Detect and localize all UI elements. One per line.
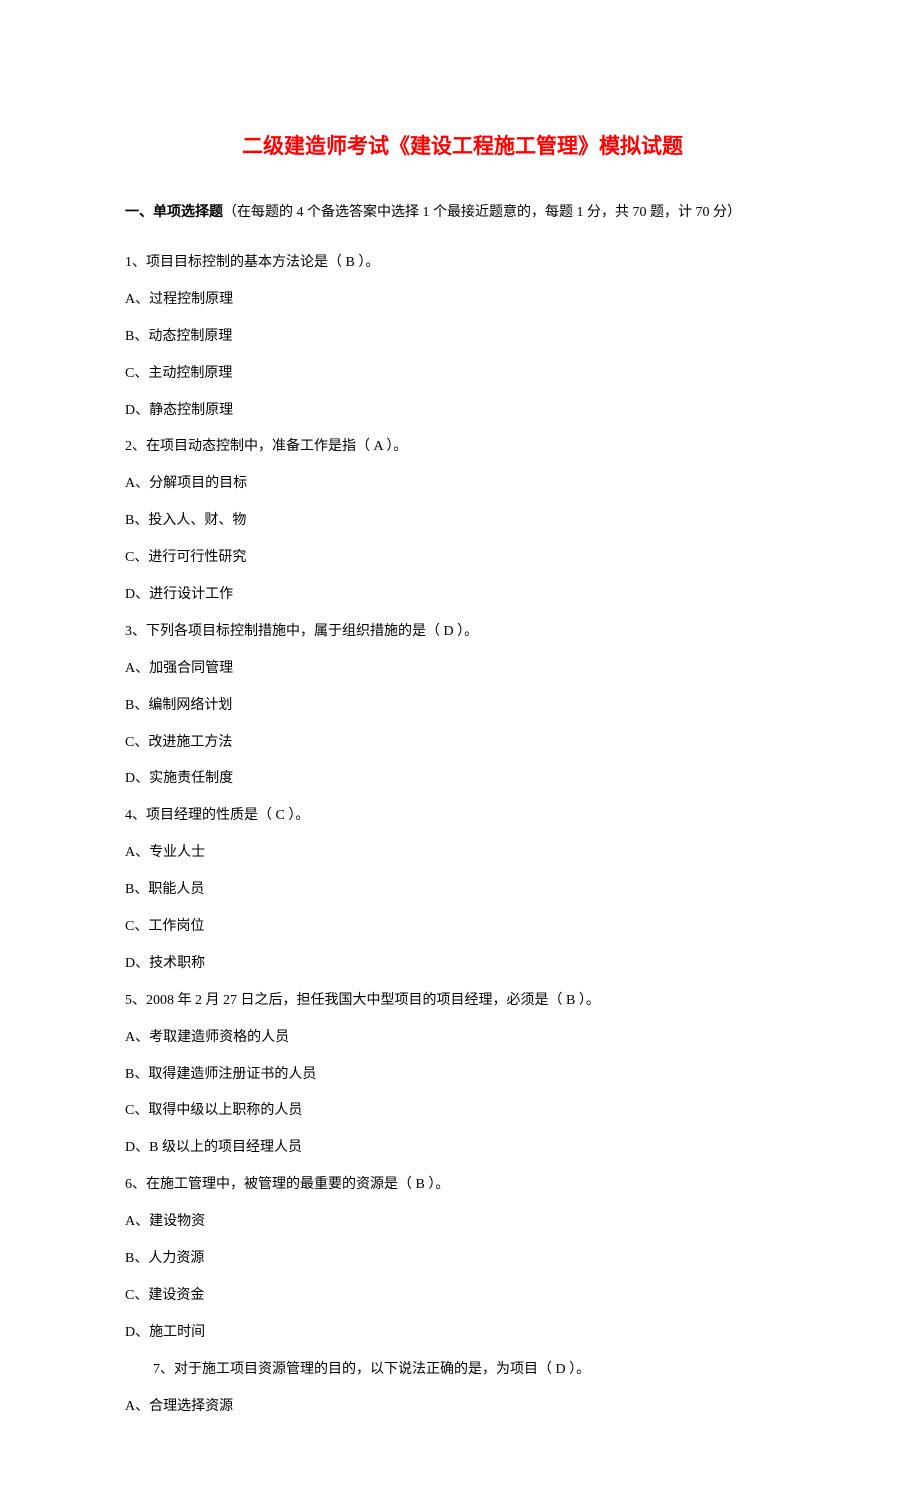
q2-option-d: D、进行设计工作 — [125, 584, 800, 606]
q4-option-b: B、职能人员 — [125, 879, 800, 901]
q2-option-b: B、投入人、财、物 — [125, 510, 800, 532]
q6-option-a: A、建设物资 — [125, 1211, 800, 1233]
q7-option-a: A、合理选择资源 — [125, 1396, 800, 1418]
q1-option-a: A、过程控制原理 — [125, 289, 800, 311]
q7-stem: 7、对于施工项目资源管理的目的，以下说法正确的是，为项目（ D ）。 — [125, 1359, 800, 1381]
q4-option-c: C、工作岗位 — [125, 916, 800, 938]
q1-option-d: D、静态控制原理 — [125, 400, 800, 422]
q4-option-a: A、专业人士 — [125, 842, 800, 864]
document-title: 二级建造师考试《建设工程施工管理》模拟试题 — [125, 130, 800, 164]
q6-option-d: D、施工时间 — [125, 1322, 800, 1344]
q6-option-b: B、人力资源 — [125, 1248, 800, 1270]
q2-stem: 2、在项目动态控制中，准备工作是指（ A ）。 — [125, 436, 800, 458]
q5-stem: 5、2008 年 2 月 27 日之后，担任我国大中型项目的项目经理，必须是（ … — [125, 990, 800, 1012]
section-1-desc: （在每题的 4 个备选答案中选择 1 个最接近题意的，每题 1 分，共 70 题… — [223, 205, 741, 220]
q3-option-d: D、实施责任制度 — [125, 768, 800, 790]
q3-option-c: C、改进施工方法 — [125, 732, 800, 754]
q5-option-a: A、考取建造师资格的人员 — [125, 1027, 800, 1049]
q5-option-c: C、取得中级以上职称的人员 — [125, 1100, 800, 1122]
q4-option-d: D、技术职称 — [125, 953, 800, 975]
q3-option-b: B、编制网络计划 — [125, 695, 800, 717]
q1-option-b: B、动态控制原理 — [125, 326, 800, 348]
q5-option-d: D、B 级以上的项目经理人员 — [125, 1137, 800, 1159]
q5-option-b: B、取得建造师注册证书的人员 — [125, 1064, 800, 1086]
section-1-label: 一、单项选择题 — [125, 205, 223, 220]
q6-option-c: C、建设资金 — [125, 1285, 800, 1307]
q6-stem: 6、在施工管理中，被管理的最重要的资源是（ B ）。 — [125, 1174, 800, 1196]
q1-option-c: C、主动控制原理 — [125, 363, 800, 385]
q1-stem: 1、项目目标控制的基本方法论是（ B ）。 — [125, 252, 800, 274]
exam-document: 二级建造师考试《建设工程施工管理》模拟试题 一、单项选择题（在每题的 4 个备选… — [0, 0, 920, 1492]
q2-option-a: A、分解项目的目标 — [125, 473, 800, 495]
q4-stem: 4、项目经理的性质是（ C ）。 — [125, 805, 800, 827]
q3-option-a: A、加强合同管理 — [125, 658, 800, 680]
q3-stem: 3、下列各项目标控制措施中，属于组织措施的是（ D ）。 — [125, 621, 800, 643]
section-1-header: 一、单项选择题（在每题的 4 个备选答案中选择 1 个最接近题意的，每题 1 分… — [125, 202, 800, 224]
q2-option-c: C、进行可行性研究 — [125, 547, 800, 569]
